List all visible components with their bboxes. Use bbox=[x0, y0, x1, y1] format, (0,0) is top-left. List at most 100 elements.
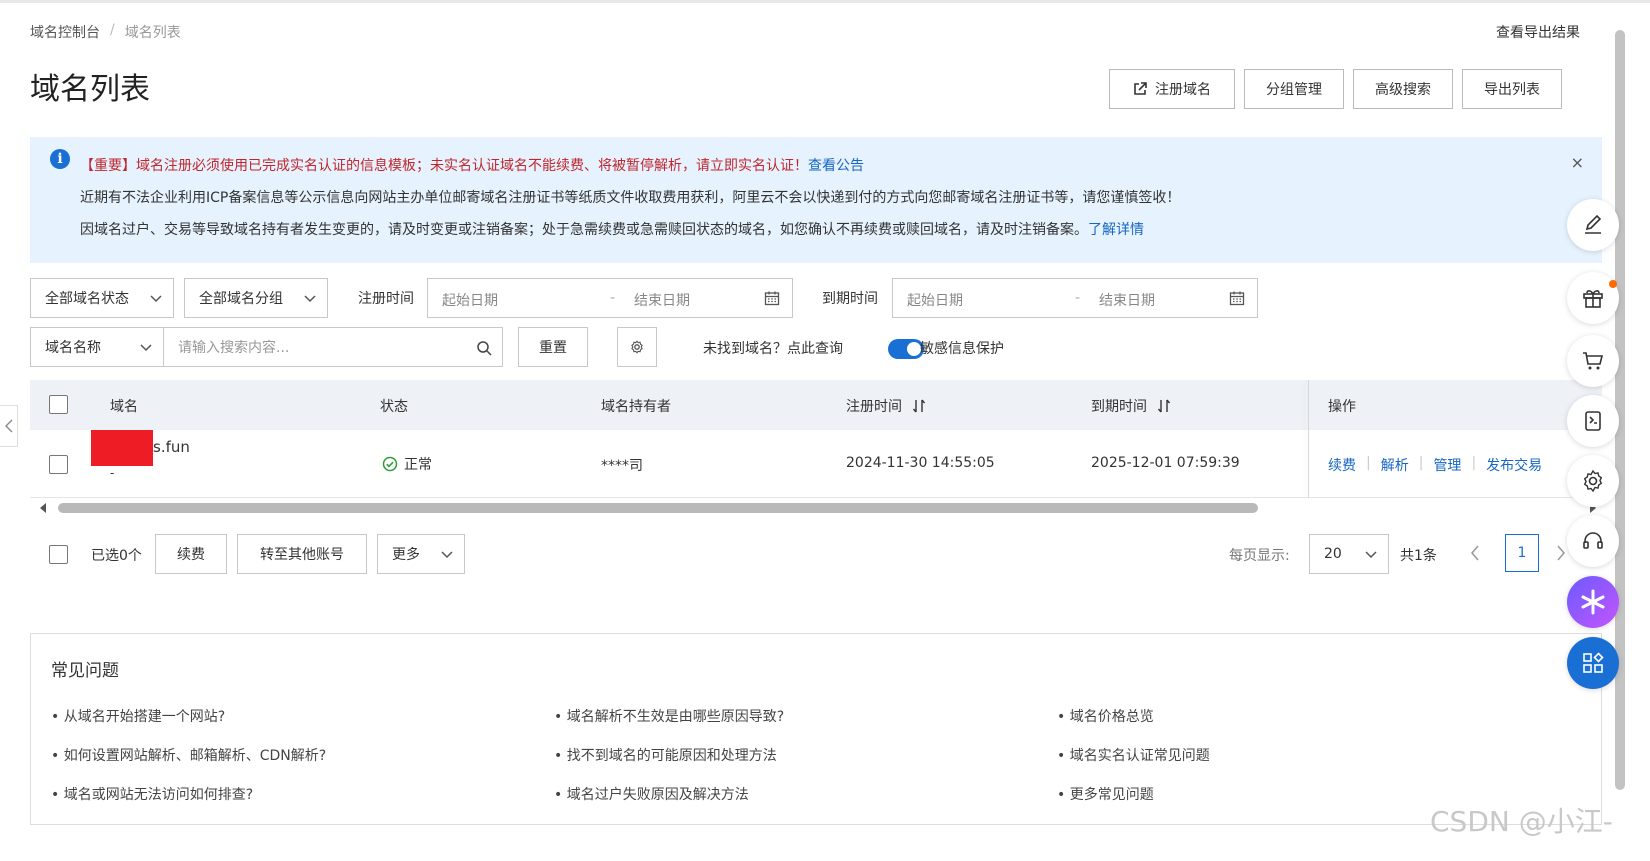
bulk-select-checkbox[interactable] bbox=[49, 545, 68, 564]
page-title: 域名列表 bbox=[30, 72, 150, 107]
status-cell: 正常 bbox=[382, 454, 432, 474]
selected-count: 已选0个 bbox=[91, 548, 142, 564]
actions-column-divider bbox=[1308, 380, 1309, 498]
per-page-select[interactable]: 20 bbox=[1309, 534, 1389, 574]
breadcrumb-current: 域名列表 bbox=[124, 25, 181, 41]
per-page-value: 20 bbox=[1324, 546, 1342, 562]
calendar-icon[interactable] bbox=[1229, 290, 1245, 306]
scroll-left-icon[interactable] bbox=[38, 503, 48, 513]
info-icon: i bbox=[50, 149, 70, 169]
faq-item[interactable]: • 找不到域名的可能原因和处理方法 bbox=[554, 745, 777, 765]
faq-item[interactable]: • 域名实名认证常见问题 bbox=[1057, 745, 1210, 765]
close-icon[interactable]: × bbox=[1571, 153, 1584, 172]
more-actions-label: 更多 bbox=[392, 547, 420, 563]
publish-trade-action[interactable]: 发布交易 bbox=[1486, 455, 1542, 475]
page-number-current[interactable]: 1 bbox=[1505, 534, 1539, 572]
action-divider: | bbox=[1418, 455, 1424, 471]
search-type-value: 域名名称 bbox=[45, 340, 101, 356]
horizontal-scrollbar[interactable] bbox=[30, 499, 1602, 517]
ai-assistant-button[interactable] bbox=[1567, 576, 1619, 628]
reg-end-date[interactable]: 结束日期 bbox=[634, 290, 690, 310]
faq-item[interactable]: • 域名解析不生效是由哪些原因导致? bbox=[554, 706, 784, 726]
feedback-button[interactable] bbox=[1567, 199, 1619, 251]
faq-item[interactable]: • 域名过户失败原因及解决方法 bbox=[554, 784, 749, 804]
learn-more-link[interactable]: 了解详情 bbox=[1088, 222, 1144, 238]
chevron-down-icon bbox=[304, 295, 316, 303]
group-filter-select[interactable]: 全部域名分组 bbox=[184, 278, 328, 318]
register-domain-button[interactable]: 注册域名 bbox=[1109, 69, 1235, 109]
col-holder: 域名持有者 bbox=[601, 399, 671, 415]
reg-start-date[interactable]: 起始日期 bbox=[442, 290, 498, 310]
search-icon[interactable] bbox=[476, 340, 492, 356]
settings-button[interactable] bbox=[617, 327, 657, 367]
support-button[interactable] bbox=[1567, 515, 1619, 567]
check-circle-icon bbox=[382, 456, 398, 472]
domain-name-link[interactable]: s.fun bbox=[153, 438, 190, 456]
sort-icon[interactable] bbox=[1157, 399, 1171, 413]
faq-item[interactable]: • 域名或网站无法访问如何排查? bbox=[51, 784, 253, 804]
search-type-select[interactable]: 域名名称 bbox=[30, 327, 164, 367]
view-announcement-link[interactable]: 查看公告 bbox=[808, 158, 864, 174]
action-divider: | bbox=[1366, 455, 1371, 471]
watermark: CSDN @小江- bbox=[1430, 805, 1613, 838]
row-checkbox[interactable] bbox=[49, 455, 68, 474]
reg-time-range[interactable]: 起始日期 - 结束日期 bbox=[427, 278, 793, 318]
next-page-icon[interactable] bbox=[1556, 545, 1566, 561]
external-link-icon bbox=[1134, 82, 1147, 95]
per-page-label: 每页显示: bbox=[1229, 548, 1290, 564]
privacy-label: 敏感信息保护 bbox=[920, 341, 1004, 357]
col-reg-time-label: 注册时间 bbox=[846, 399, 902, 415]
total-count: 共1条 bbox=[1400, 548, 1437, 564]
apps-button[interactable] bbox=[1567, 637, 1619, 689]
docs-button[interactable] bbox=[1567, 395, 1619, 447]
breadcrumb-root[interactable]: 域名控制台 bbox=[30, 22, 100, 42]
status-text: 正常 bbox=[404, 457, 432, 473]
reg-time-label: 注册时间 bbox=[358, 291, 414, 307]
ai-assistant-icon bbox=[1581, 589, 1605, 615]
calendar-icon[interactable] bbox=[764, 290, 780, 306]
range-dash: - bbox=[1075, 290, 1081, 306]
status-filter-select[interactable]: 全部域名状态 bbox=[30, 278, 174, 318]
sort-icon[interactable] bbox=[912, 399, 926, 413]
exp-time-range[interactable]: 起始日期 - 结束日期 bbox=[892, 278, 1258, 318]
scrollbar-thumb[interactable] bbox=[58, 503, 1258, 513]
export-result-link[interactable]: 查看导出结果 bbox=[1496, 22, 1580, 42]
domain-not-found-link[interactable]: 未找到域名？点此查询 bbox=[703, 338, 843, 358]
gift-button[interactable] bbox=[1567, 272, 1619, 324]
prev-page-icon[interactable] bbox=[1470, 545, 1480, 561]
col-reg-time[interactable]: 注册时间 bbox=[846, 396, 926, 416]
notice-line-fraud: 近期有不法企业利用ICP备案信息等公示信息向网站主办单位邮寄域名注册证书等纸质文… bbox=[80, 190, 1181, 206]
exp-start-date[interactable]: 起始日期 bbox=[907, 290, 963, 310]
reset-button[interactable]: 重置 bbox=[518, 327, 588, 367]
top-divider bbox=[0, 0, 1650, 3]
export-list-button[interactable]: 导出列表 bbox=[1462, 69, 1562, 109]
faq-item[interactable]: • 从域名开始搭建一个网站? bbox=[51, 706, 225, 726]
actions-cell: 续费 | 解析 | 管理 | 发布交易 bbox=[1328, 455, 1542, 475]
select-all-checkbox[interactable] bbox=[49, 395, 68, 414]
group-manage-button[interactable]: 分组管理 bbox=[1244, 69, 1344, 109]
dns-action[interactable]: 解析 bbox=[1381, 455, 1409, 475]
sidebar-collapse-tab[interactable] bbox=[0, 405, 18, 447]
faq-item[interactable]: • 域名价格总览 bbox=[1057, 706, 1154, 726]
faq-item[interactable]: • 更多常见问题 bbox=[1057, 784, 1154, 804]
cart-button[interactable] bbox=[1567, 335, 1619, 387]
bulk-renew-button[interactable]: 续费 bbox=[155, 534, 227, 574]
settings-icon bbox=[631, 340, 643, 354]
range-dash: - bbox=[610, 290, 616, 306]
advanced-search-button[interactable]: 高级搜索 bbox=[1353, 69, 1453, 109]
faq-item[interactable]: • 如何设置网站解析、邮箱解析、CDN解析? bbox=[51, 745, 326, 765]
apps-icon bbox=[1583, 652, 1604, 673]
settings-float-button[interactable] bbox=[1567, 455, 1619, 507]
more-actions-select[interactable]: 更多 bbox=[377, 534, 465, 574]
transfer-account-button[interactable]: 转至其他账号 bbox=[237, 534, 367, 574]
privacy-toggle[interactable] bbox=[888, 339, 924, 359]
faq-title: 常见问题 bbox=[51, 661, 119, 681]
col-exp-time[interactable]: 到期时间 bbox=[1091, 396, 1171, 416]
manage-action[interactable]: 管理 bbox=[1433, 455, 1461, 475]
renew-action[interactable]: 续费 bbox=[1328, 455, 1356, 475]
chevron-down-icon bbox=[150, 295, 162, 303]
gift-icon bbox=[1583, 290, 1603, 308]
chevron-left-icon bbox=[4, 419, 12, 433]
exp-end-date[interactable]: 结束日期 bbox=[1099, 290, 1155, 310]
search-input[interactable]: 请输入搜索内容... bbox=[163, 327, 503, 367]
